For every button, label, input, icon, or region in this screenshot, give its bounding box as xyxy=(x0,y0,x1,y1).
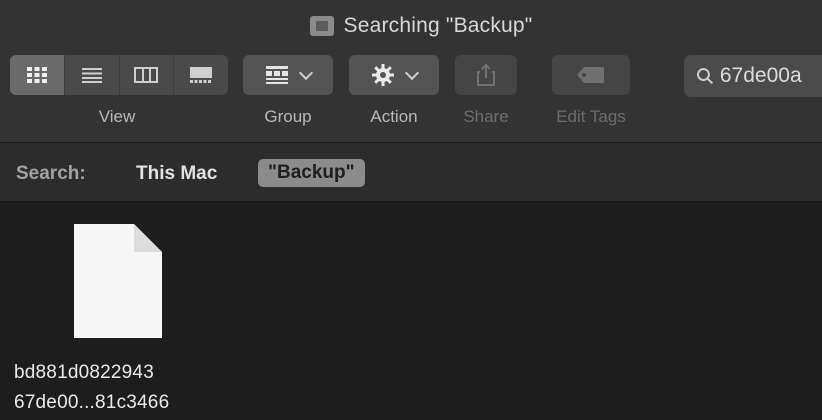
group-label: Group xyxy=(264,107,312,126)
finder-window: Searching "Backup" View Group Action Sha… xyxy=(0,0,822,420)
edit-tags-label: Edit Tags xyxy=(556,107,626,126)
gallery-view-button[interactable] xyxy=(174,55,228,95)
column-view-icon xyxy=(134,67,159,83)
icon-view-icon xyxy=(26,67,47,83)
scope-this-mac-button[interactable]: This Mac xyxy=(136,163,217,185)
search-field[interactable]: 67de00a xyxy=(684,55,822,97)
gear-icon xyxy=(372,64,394,86)
view-mode-control[interactable] xyxy=(10,55,228,95)
window-title-bar: Searching "Backup" xyxy=(0,14,822,42)
scope-label: Search: xyxy=(16,163,86,184)
group-button[interactable] xyxy=(243,55,333,95)
smart-folder-icon xyxy=(309,16,334,36)
tag-icon xyxy=(577,67,604,83)
action-button[interactable] xyxy=(349,55,439,95)
chevron-down-icon xyxy=(298,65,314,81)
toolbar: Searching "Backup" View Group Action Sha… xyxy=(0,0,822,142)
search-icon xyxy=(696,68,714,85)
file-item[interactable]: bd881d0822943 67de00...81c3466 xyxy=(0,202,240,420)
view-label: View xyxy=(98,107,136,126)
share-label: Share xyxy=(463,107,509,126)
file-name-line-2: 67de00...81c3466 xyxy=(14,392,170,413)
document-icon xyxy=(74,224,162,338)
group-icon xyxy=(266,66,288,84)
scope-token-button[interactable]: "Backup" xyxy=(258,159,365,187)
icon-view-button[interactable] xyxy=(10,55,65,95)
share-icon xyxy=(477,63,495,86)
column-view-button[interactable] xyxy=(120,55,175,95)
share-button[interactable] xyxy=(455,55,517,95)
search-input[interactable]: 67de00a xyxy=(720,64,822,88)
window-title: Searching "Backup" xyxy=(343,14,533,37)
chevron-down-icon xyxy=(404,65,420,81)
file-name-line-1: bd881d0822943 xyxy=(14,362,154,383)
list-view-icon xyxy=(81,68,102,83)
edit-tags-button[interactable] xyxy=(552,55,630,95)
search-scope-bar: Search: This Mac "Backup" xyxy=(0,142,822,202)
action-label: Action xyxy=(370,107,418,126)
list-view-button[interactable] xyxy=(65,55,120,95)
gallery-view-icon xyxy=(190,67,213,83)
